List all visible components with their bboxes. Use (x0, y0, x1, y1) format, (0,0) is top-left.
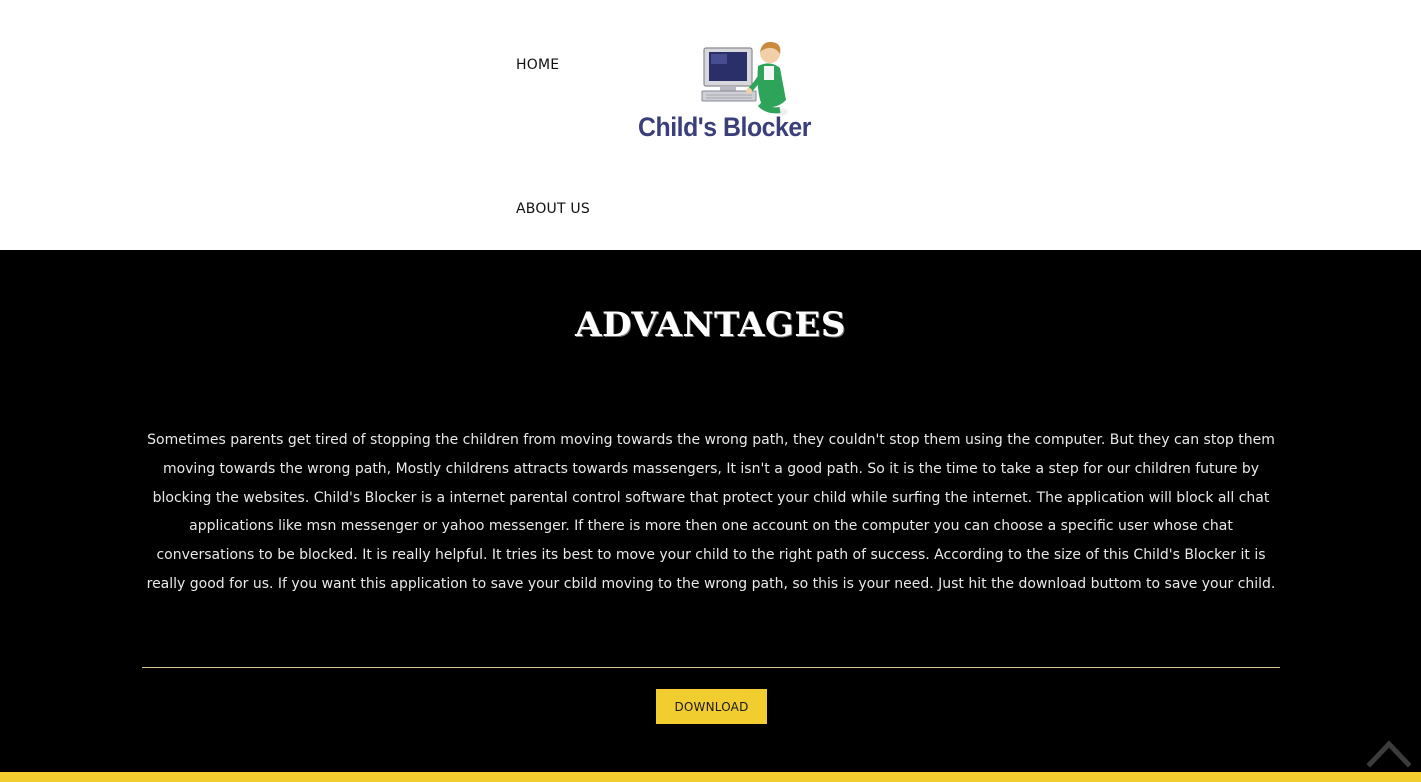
site-header: HOME ABOUT US Child's Blocker (0, 0, 1421, 250)
nav-about-link[interactable]: ABOUT US (516, 201, 590, 217)
back-to-top-button[interactable] (1366, 736, 1412, 768)
footer-bar (0, 772, 1421, 782)
logo-text: Child's Blocker (638, 112, 811, 142)
nav-home-link[interactable]: HOME (516, 57, 559, 73)
download-button[interactable]: DOWNLOAD (656, 689, 767, 724)
divider (142, 667, 1280, 668)
chevron-up-icon (1366, 740, 1412, 768)
section-title: ADVANTAGES (575, 305, 846, 345)
site-logo[interactable]: Child's Blocker (636, 40, 820, 150)
section-description: Sometimes parents get tired of stopping … (146, 432, 1276, 592)
